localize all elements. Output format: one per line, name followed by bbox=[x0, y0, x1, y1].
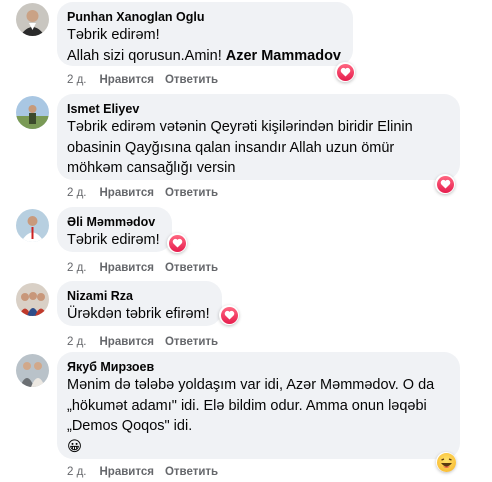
reaction-badge[interactable] bbox=[219, 305, 239, 325]
comment-bubble: Ismet Eliyev Təbrik edirəm vətənin Qeyrə… bbox=[57, 94, 460, 180]
comment-bubble: Punhan Xanoglan Oglu Təbrik edirəm! Allah… bbox=[57, 2, 353, 66]
comment-text: Təbrik edirəm vətənin Qeyrəti kişilərind… bbox=[67, 119, 413, 176]
comment-author[interactable]: Ismet Eliyev bbox=[67, 101, 448, 117]
reaction-badge[interactable] bbox=[167, 233, 187, 253]
avatar[interactable] bbox=[16, 283, 49, 316]
like-link[interactable]: Нравится bbox=[100, 466, 154, 478]
avatar[interactable] bbox=[16, 209, 49, 242]
comment-bubble: Якуб Мирзоев Mənim də tələbə yoldaşım va… bbox=[57, 352, 460, 459]
comment-text: Mənim də tələbə yoldaşım var idi, Azər M… bbox=[67, 377, 435, 455]
reply-link[interactable]: Ответить bbox=[165, 336, 218, 348]
avatar[interactable] bbox=[16, 3, 49, 36]
comment-timestamp[interactable]: 2 д. bbox=[67, 74, 87, 86]
like-link[interactable]: Нравится bbox=[100, 336, 154, 348]
grinning-face-emoji: 😀 bbox=[67, 438, 83, 455]
comment-actions: 2 д. Нравится Ответить bbox=[67, 466, 218, 478]
comment-text: Təbrik edirəm! bbox=[67, 232, 160, 248]
comment-author[interactable]: Punhan Xanoglan Oglu bbox=[67, 9, 341, 25]
comment-actions: 2 д. Нравится Ответить bbox=[67, 187, 218, 199]
heart-icon bbox=[436, 175, 454, 193]
like-link[interactable]: Нравится bbox=[100, 74, 154, 86]
comment-author[interactable]: Якуб Мирзоев bbox=[67, 359, 448, 375]
comment-author[interactable]: Nizami Rza bbox=[67, 288, 210, 304]
like-link[interactable]: Нравится bbox=[100, 262, 154, 274]
comment-text: Ürəkdən təbrik efirəm! bbox=[67, 306, 210, 322]
comment-actions: 2 д. Нравится Ответить bbox=[67, 74, 218, 86]
comment-actions: 2 д. Нравится Ответить bbox=[67, 336, 218, 348]
comment-actions: 2 д. Нравится Ответить bbox=[67, 262, 218, 274]
reaction-badge[interactable] bbox=[435, 174, 455, 194]
reply-link[interactable]: Ответить bbox=[165, 262, 218, 274]
like-link[interactable]: Нравится bbox=[100, 187, 154, 199]
avatar[interactable] bbox=[16, 96, 49, 129]
reply-link[interactable]: Ответить bbox=[165, 74, 218, 86]
laughing-face-icon bbox=[436, 452, 456, 472]
comment-timestamp[interactable]: 2 д. bbox=[67, 336, 87, 348]
comment-timestamp[interactable]: 2 д. bbox=[67, 262, 87, 274]
avatar[interactable] bbox=[16, 354, 49, 387]
comment-bubble: Əli Məmmədov Təbrik edirəm! bbox=[57, 207, 172, 252]
comment-bubble: Nizami Rza Ürəkdən təbrik efirəm! bbox=[57, 281, 222, 326]
comment-timestamp[interactable]: 2 д. bbox=[67, 466, 87, 478]
reaction-badge[interactable] bbox=[436, 452, 456, 472]
comment-text: Təbrik edirəm! Allah sizi qorusun.Amin! A… bbox=[67, 27, 341, 64]
reply-link[interactable]: Ответить bbox=[165, 466, 218, 478]
reply-link[interactable]: Ответить bbox=[165, 187, 218, 199]
comment-author[interactable]: Əli Məmmədov bbox=[67, 214, 160, 230]
reaction-badge[interactable] bbox=[335, 62, 355, 82]
heart-icon bbox=[336, 63, 354, 81]
heart-icon bbox=[168, 234, 186, 252]
heart-icon bbox=[220, 306, 238, 324]
comment-timestamp[interactable]: 2 д. bbox=[67, 187, 87, 199]
